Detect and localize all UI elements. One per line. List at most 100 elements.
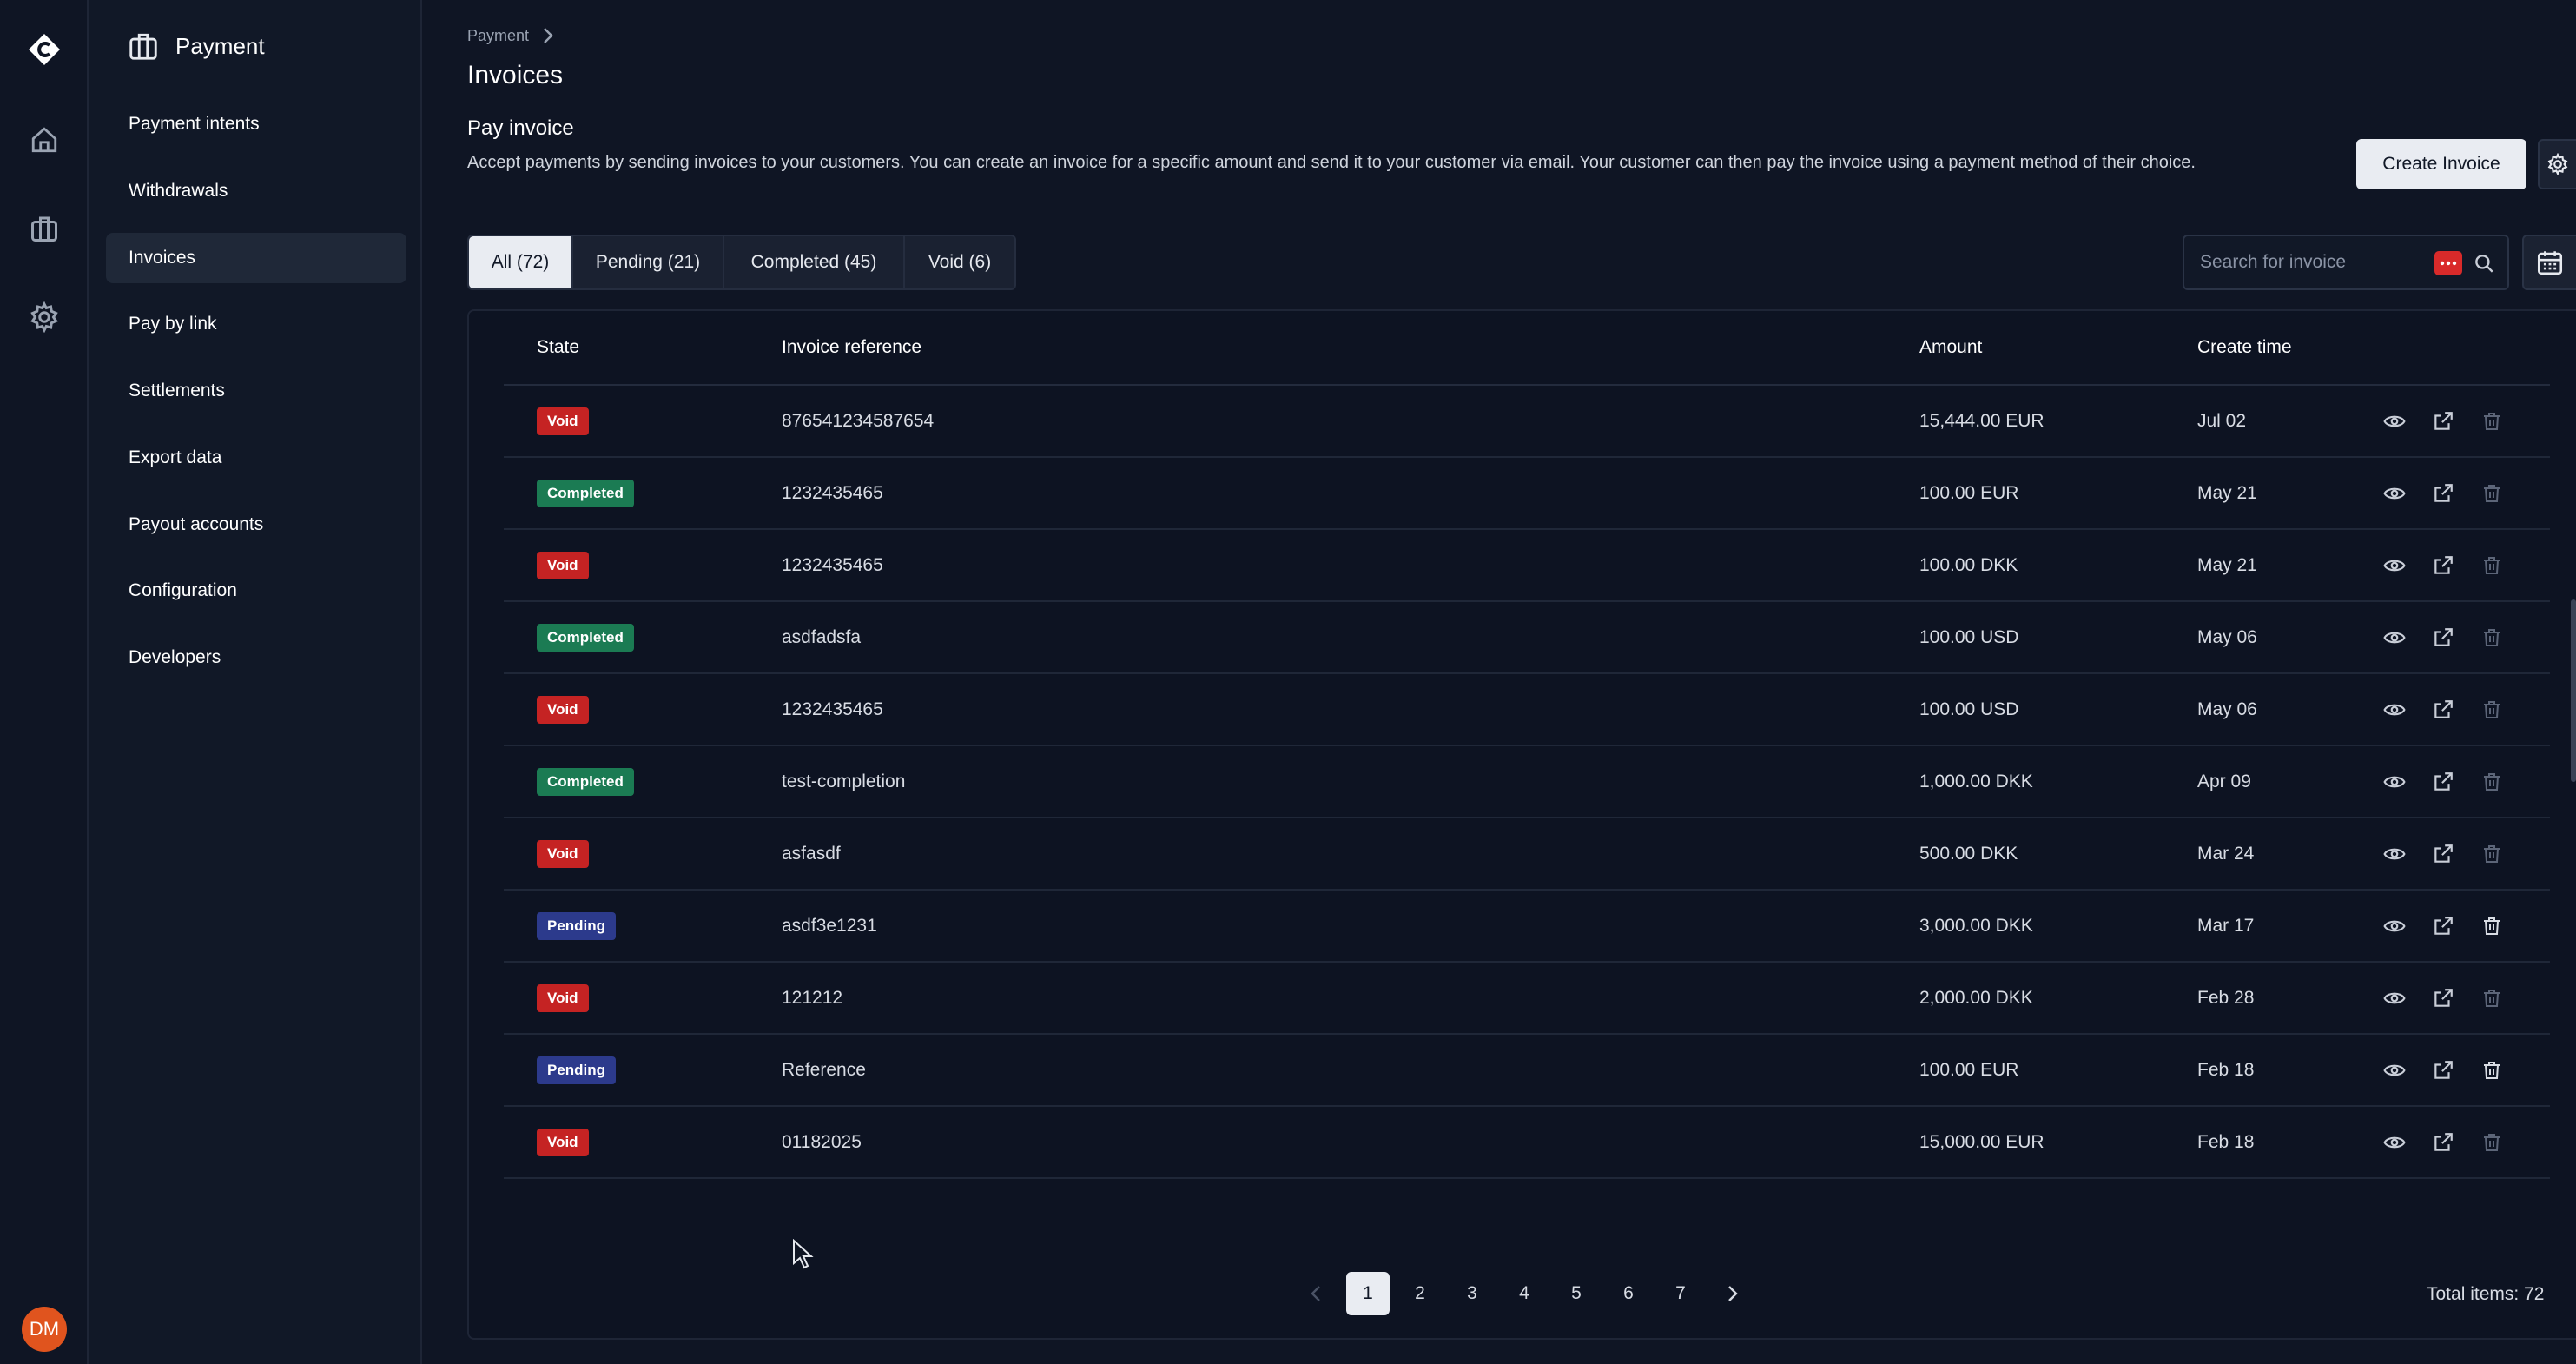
header-reference[interactable]: Invoice reference [782,337,1919,358]
date-filter-button[interactable] [2522,235,2576,290]
next-page-button[interactable] [1711,1272,1754,1315]
create-time-cell: Apr 09 [2197,771,2251,791]
eye-icon[interactable] [2381,408,2408,434]
page-button-7[interactable]: 7 [1659,1272,1702,1315]
amount-cell: 3,000.00 DKK [1919,915,2033,936]
row-actions [2371,1057,2550,1083]
external-link-icon[interactable] [2430,697,2456,723]
avatar[interactable]: DM [22,1307,67,1352]
eye-icon[interactable] [2381,697,2408,723]
trash-icon[interactable] [2479,913,2505,939]
table-row[interactable]: Completed 1232435465 100.00 EUR May 21 [504,458,2550,530]
external-link-icon[interactable] [2430,553,2456,579]
sidebar-item-export-data[interactable]: Export data [106,433,406,483]
tab-all[interactable]: All (72) [469,236,573,288]
eye-icon[interactable] [2381,1129,2408,1155]
scrollbar-thumb[interactable] [2571,599,2576,782]
eye-icon[interactable] [2381,480,2408,507]
trash-icon[interactable] [2479,769,2505,795]
page-button-5[interactable]: 5 [1555,1272,1598,1315]
trash-icon[interactable] [2479,841,2505,867]
page-button-3[interactable]: 3 [1450,1272,1494,1315]
page-button-1[interactable]: 1 [1346,1272,1390,1315]
external-link-icon[interactable] [2430,985,2456,1011]
sidebar-item-invoices[interactable]: Invoices [106,233,406,283]
sidebar-item-configuration[interactable]: Configuration [106,566,406,616]
invoice-table: State Invoice reference Amount Create ti… [504,311,2550,1179]
external-link-icon[interactable] [2430,769,2456,795]
reference-cell: asfasdf [782,843,841,864]
table-row[interactable]: Void 01182025 15,000.00 EUR Feb 18 [504,1107,2550,1179]
trash-icon[interactable] [2479,1129,2505,1155]
trash-icon[interactable] [2479,625,2505,651]
create-invoice-button[interactable]: Create Invoice [2356,139,2526,189]
trash-icon[interactable] [2479,480,2505,507]
trash-icon[interactable] [2479,553,2505,579]
trash-icon[interactable] [2479,697,2505,723]
page-button-6[interactable]: 6 [1607,1272,1650,1315]
sidebar-item-pay-by-link[interactable]: Pay by link [106,299,406,349]
password-manager-icon[interactable] [2434,251,2462,275]
eye-icon[interactable] [2381,1057,2408,1083]
header-create-time[interactable]: Create time [2197,337,2371,358]
create-time-cell: May 06 [2197,626,2257,647]
table-row[interactable]: Void asfasdf 500.00 DKK Mar 24 [504,818,2550,891]
external-link-icon[interactable] [2430,1057,2456,1083]
table-row[interactable]: Void 1232435465 100.00 DKK May 21 [504,530,2550,602]
trash-icon[interactable] [2479,985,2505,1011]
external-link-icon[interactable] [2430,625,2456,651]
logo-icon[interactable] [23,28,66,71]
gear-icon[interactable] [23,295,66,339]
eye-icon[interactable] [2381,769,2408,795]
sidebar-item-payout-accounts[interactable]: Payout accounts [106,500,406,550]
tab-pending[interactable]: Pending (21) [573,236,724,288]
tab-void[interactable]: Void (6) [905,236,1014,288]
header-amount[interactable]: Amount [1919,337,2197,358]
create-time-cell: Feb 18 [2197,1131,2255,1152]
briefcase-icon[interactable] [23,207,66,250]
eye-icon[interactable] [2381,841,2408,867]
amount-cell: 100.00 DKK [1919,554,2018,575]
table-row[interactable]: Void 876541234587654 15,444.00 EUR Jul 02 [504,386,2550,458]
table-row[interactable]: Completed asdfadsfa 100.00 USD May 06 [504,602,2550,674]
state-cell: Void [504,839,782,868]
sidebar-item-settlements[interactable]: Settlements [106,366,406,416]
trash-icon[interactable] [2479,1057,2505,1083]
table-row[interactable]: Completed test-completion 1,000.00 DKK Apr … [504,746,2550,818]
search-input[interactable] [2200,252,2417,273]
prev-page-button[interactable] [1294,1272,1338,1315]
breadcrumb-item[interactable]: Payment [467,27,529,45]
eye-icon[interactable] [2381,985,2408,1011]
row-actions [2371,1129,2550,1155]
eye-icon[interactable] [2381,625,2408,651]
create-time-cell: Mar 17 [2197,915,2255,936]
sidebar-item-withdrawals[interactable]: Withdrawals [106,166,406,216]
page-button-4[interactable]: 4 [1503,1272,1546,1315]
external-link-icon[interactable] [2430,1129,2456,1155]
tab-completed[interactable]: Completed (45) [724,236,905,288]
external-link-icon[interactable] [2430,408,2456,434]
trash-icon[interactable] [2479,408,2505,434]
table-row[interactable]: Pending Reference 100.00 EUR Feb 18 [504,1035,2550,1107]
home-icon[interactable] [23,118,66,162]
row-actions [2371,985,2550,1011]
status-badge: Pending [537,911,617,940]
sidebar-item-developers[interactable]: Developers [106,632,406,683]
settings-button[interactable] [2538,139,2576,189]
external-link-icon[interactable] [2430,913,2456,939]
eye-icon[interactable] [2381,553,2408,579]
state-cell: Void [504,407,782,435]
eye-icon[interactable] [2381,913,2408,939]
header-state[interactable]: State [504,337,782,358]
table-row[interactable]: Void 1232435465 100.00 USD May 06 [504,674,2550,746]
amount-cell: 1,000.00 DKK [1919,771,2033,791]
search-icon[interactable] [2473,252,2495,275]
state-cell: Completed [504,767,782,796]
mouse-cursor-icon [793,1239,814,1269]
page-button-2[interactable]: 2 [1398,1272,1442,1315]
table-row[interactable]: Pending asdf3e1231 3,000.00 DKK Mar 17 [504,891,2550,963]
external-link-icon[interactable] [2430,841,2456,867]
external-link-icon[interactable] [2430,480,2456,507]
table-row[interactable]: Void 121212 2,000.00 DKK Feb 28 [504,963,2550,1035]
sidebar-item-payment-intents[interactable]: Payment intents [106,99,406,149]
